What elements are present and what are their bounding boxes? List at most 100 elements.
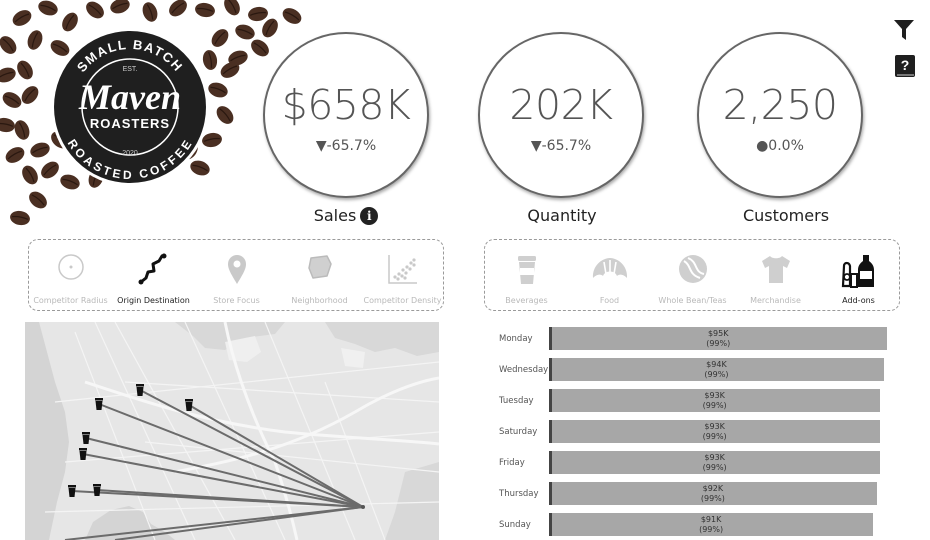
coffee-bean <box>169 0 187 17</box>
maven-roasters-logo: SMALL BATCH ROASTED COFFEE EST. Maven RO… <box>51 28 209 186</box>
route-icon <box>138 253 166 285</box>
bottle-icon <box>841 255 874 288</box>
coffee-bean <box>211 29 229 47</box>
bar-value-label: $93K (99%) <box>675 391 755 411</box>
map-view-store-focus[interactable]: Store Focus <box>195 240 278 312</box>
help-icon[interactable]: ? <box>894 54 916 78</box>
day-label: Tuesday <box>499 396 534 406</box>
svg-text:2020: 2020 <box>122 150 138 157</box>
map-pin-icon <box>227 255 246 284</box>
scatter-icon <box>387 255 417 284</box>
bar-percent: (99%) <box>702 401 727 410</box>
day-label: Thursday <box>499 489 539 499</box>
sales-by-day-chart: Monday $95K (99%) Wednesday $94K (99%) Tuesday… <box>490 322 910 540</box>
category-label: Add-ons <box>842 296 875 305</box>
category-food[interactable]: Food <box>568 240 651 312</box>
coffee-bean <box>248 6 268 22</box>
svg-text:?: ? <box>901 57 910 73</box>
category-add-ons[interactable]: Add-ons <box>817 240 900 312</box>
sales-value: $658K <box>281 81 411 129</box>
coffee-bean <box>195 2 215 18</box>
day-label: Sunday <box>499 520 531 530</box>
bar-percent: (99%) <box>700 494 725 503</box>
destination-point <box>361 505 365 509</box>
coffee-bean <box>21 86 39 104</box>
map-view-label: Competitor Density <box>363 296 442 305</box>
bar-percent: (99%) <box>699 525 724 534</box>
category-label: Merchandise <box>750 296 801 305</box>
day-label: Saturday <box>499 427 538 437</box>
bar-value-label: $93K (99%) <box>675 453 755 473</box>
bar-value-label: $93K (99%) <box>675 422 755 442</box>
coffee-bean <box>22 165 38 185</box>
coffee-bean <box>10 210 30 226</box>
sales-kpi-circle: $658K ▼-65.7% <box>263 32 429 198</box>
category-label: Whole Bean/Teas <box>658 296 727 305</box>
sales-change: ▼-65.7% <box>315 138 377 154</box>
map-view-competitor-radius[interactable]: Competitor Radius <box>29 240 112 312</box>
bar-value: $93K <box>704 391 725 400</box>
customers-change: ●0.0% <box>756 138 804 154</box>
customers-kpi-circle: 2,250 ●0.0% <box>697 32 863 198</box>
map-view-origin-destination[interactable]: Origin Destination <box>112 240 195 312</box>
category-label: Food <box>599 296 620 305</box>
svg-text:EST.: EST. <box>123 66 138 73</box>
neighborhood-icon <box>307 255 332 279</box>
filter-icon[interactable] <box>893 18 915 42</box>
coffee-bean <box>86 1 104 19</box>
bar-percent: (99%) <box>706 339 731 348</box>
map-view-selector: Competitor Radius Origin Destination Sto… <box>28 239 444 311</box>
svg-text:Maven: Maven <box>78 77 181 117</box>
day-label: Wednesday <box>499 365 549 375</box>
coffee-bean <box>251 39 269 57</box>
bar-value-label: $95K (99%) <box>678 329 758 349</box>
croissant-icon <box>592 258 627 278</box>
origin-destination-map[interactable] <box>25 322 439 540</box>
map-view-competitor-density[interactable]: Competitor Density <box>361 240 444 312</box>
category-merchandise[interactable]: Merchandise <box>734 240 817 312</box>
bar-value: $94K <box>706 360 727 369</box>
coffee-bean <box>17 60 33 80</box>
coffee-bean <box>12 10 32 26</box>
quantity-value: 202K <box>509 81 613 129</box>
coffee-bean <box>5 147 25 163</box>
map-view-neighborhood[interactable]: Neighborhood <box>278 240 361 312</box>
quantity-kpi-circle: 202K ▼-65.7% <box>478 32 644 198</box>
cup-icon <box>517 256 536 284</box>
quantity-label: Quantity <box>527 206 597 225</box>
coffee-bean <box>14 120 30 140</box>
sales-label: Sales i <box>236 206 456 225</box>
bar-percent: (99%) <box>702 463 727 472</box>
bar-value: $91K <box>700 515 722 524</box>
coffee-bean <box>29 191 47 209</box>
bar-percent: (99%) <box>704 370 729 379</box>
map-view-label: Neighborhood <box>291 296 348 305</box>
coffee-bean <box>142 2 158 22</box>
map-view-label: Origin Destination <box>117 296 190 305</box>
map-view-label: Competitor Radius <box>33 296 108 305</box>
category-whole-bean-teas[interactable]: Whole Bean/Teas <box>651 240 734 312</box>
day-label: Friday <box>499 458 525 468</box>
coffee-bean <box>110 0 130 14</box>
sales-label-text: Sales <box>313 206 357 225</box>
info-icon[interactable]: i <box>360 207 379 225</box>
quantity-change: ▼-65.7% <box>530 138 592 154</box>
coffee-bean <box>224 0 240 16</box>
bar-percent: (99%) <box>702 432 727 441</box>
category-label: Beverages <box>505 296 548 305</box>
coffee-bean <box>235 24 255 40</box>
bar-value-label: $94K (99%) <box>676 360 756 380</box>
bar-value-label: $92K (99%) <box>673 484 753 504</box>
customers-label: Customers <box>742 206 830 225</box>
coffee-bean <box>27 30 43 50</box>
category-beverages[interactable]: Beverages <box>485 240 568 312</box>
coffee-bean <box>2 92 22 108</box>
bar-value: $92K <box>702 484 724 493</box>
radius-icon <box>57 254 84 280</box>
day-label: Monday <box>499 334 533 344</box>
coffee-bean <box>30 142 50 158</box>
map-view-label: Store Focus <box>213 296 260 305</box>
coffee-bean <box>282 8 302 24</box>
coffee-bean <box>216 106 234 124</box>
customers-value: 2,250 <box>722 81 838 129</box>
